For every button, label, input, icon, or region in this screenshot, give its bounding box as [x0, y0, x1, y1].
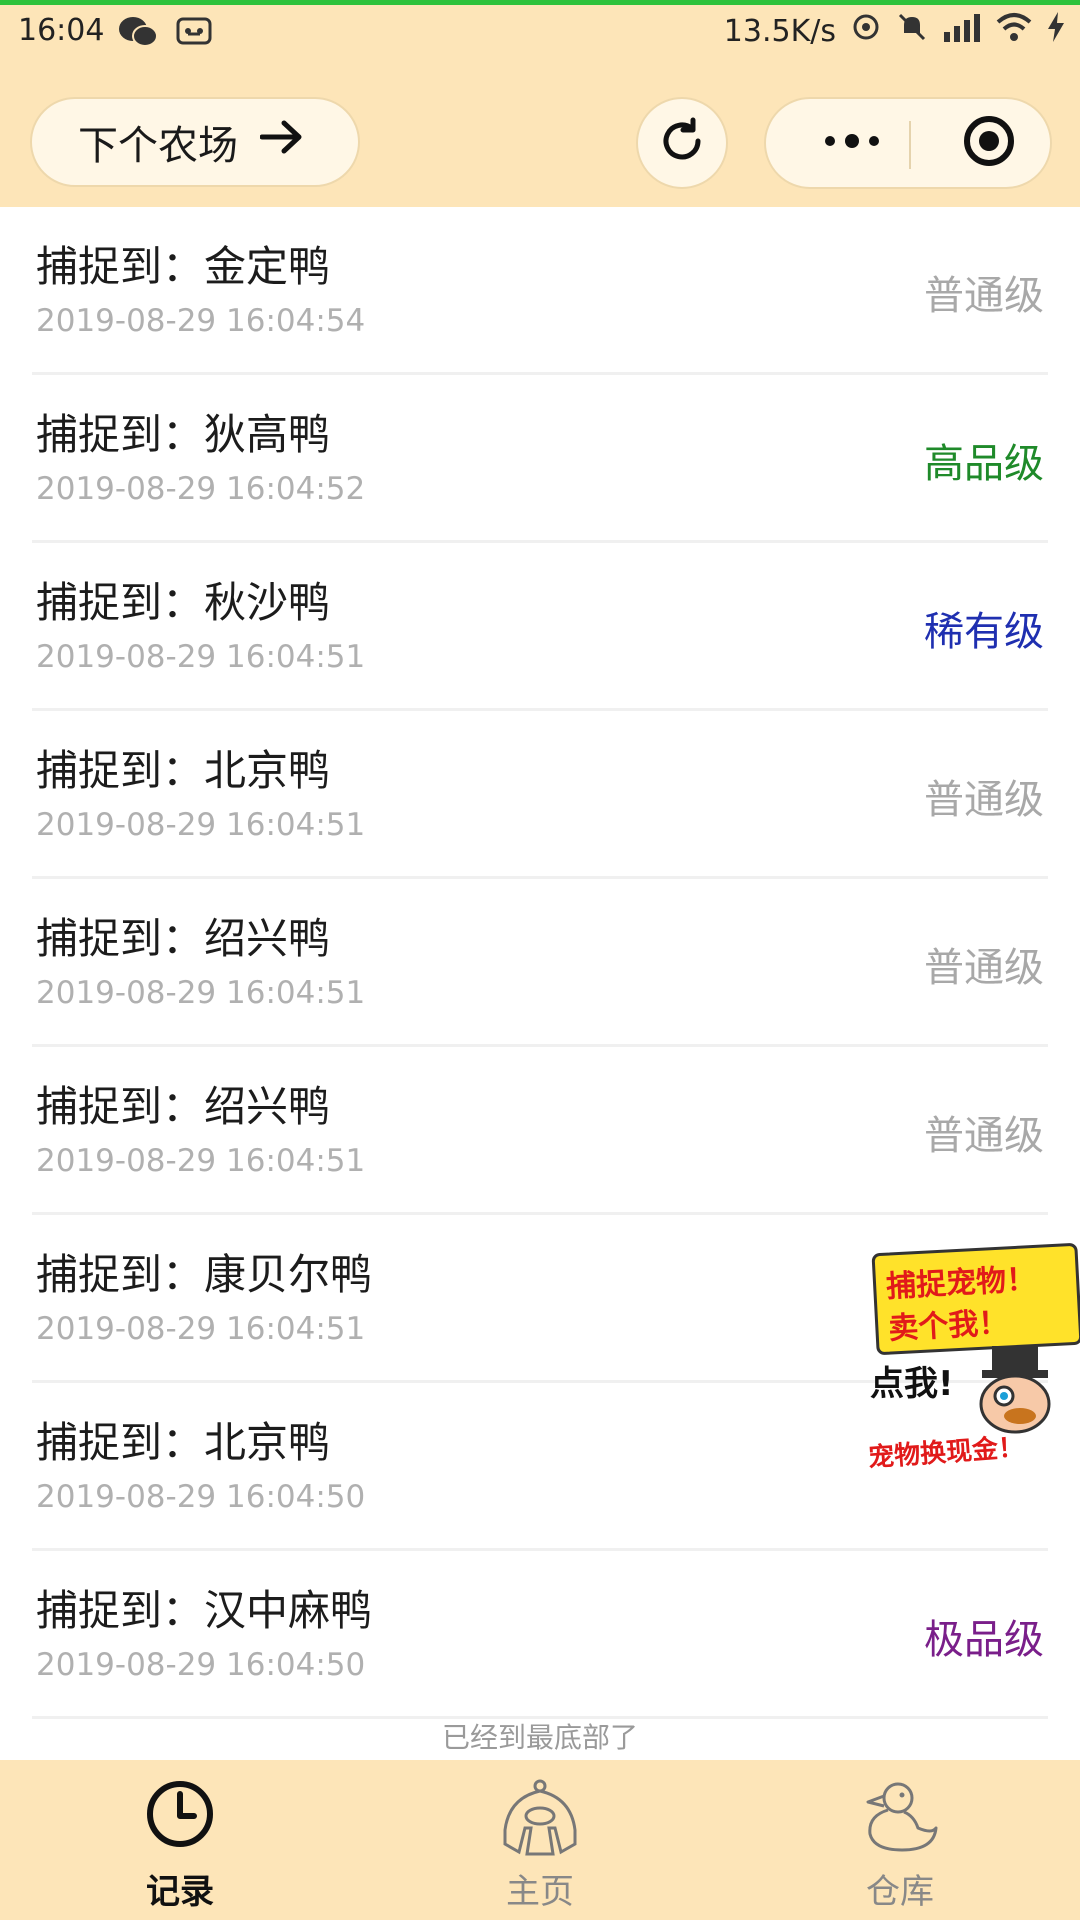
- clock-icon: [144, 1778, 216, 1854]
- ad-sign: 捕捉宠物！ 卖个我！: [871, 1242, 1080, 1356]
- record-row[interactable]: 捕捉到：秋沙鸭 2019-08-29 16:04:51 稀有级: [32, 543, 1048, 711]
- next-farm-label: 下个农场: [78, 123, 238, 169]
- tab-warehouse[interactable]: 仓库: [800, 1760, 1000, 1920]
- tab-label: 主页: [506, 1872, 574, 1912]
- record-time: 2019-08-29 16:04:51: [36, 1143, 366, 1179]
- capsule-divider: [909, 121, 911, 169]
- ad-click-text: 点我!: [870, 1364, 954, 1404]
- home-icon: [495, 1778, 585, 1864]
- record-title: 捕捉到：狄高鸭: [36, 410, 331, 459]
- record-row[interactable]: 捕捉到：狄高鸭 2019-08-29 16:04:52 高品级: [32, 375, 1048, 543]
- record-title: 捕捉到：康贝尔鸭: [36, 1250, 373, 1299]
- ad-cash-text: 宠物换现金！: [867, 1432, 1026, 1474]
- ad-line1: 捕捉宠物！: [885, 1261, 1037, 1305]
- sync-icon: [850, 11, 882, 51]
- record-row[interactable]: 捕捉到：汉中麻鸭 2019-08-29 16:04:50 极品级: [32, 1551, 1048, 1719]
- record-title: 捕捉到：绍兴鸭: [36, 914, 331, 963]
- record-row[interactable]: 捕捉到：金定鸭 2019-08-29 16:04:54 普通级: [32, 207, 1048, 375]
- end-of-list-message: 已经到最底部了: [441, 1721, 638, 1754]
- tab-label: 仓库: [866, 1872, 934, 1912]
- more-dots-icon: [822, 133, 882, 153]
- ad-line2: 卖个我！: [887, 1305, 1010, 1347]
- record-grade: 普通级: [924, 1113, 1044, 1159]
- record-grade: 极品级: [924, 1617, 1044, 1663]
- record-title: 捕捉到：秋沙鸭: [36, 578, 331, 627]
- record-row[interactable]: 捕捉到：绍兴鸭 2019-08-29 16:04:51 普通级: [32, 879, 1048, 1047]
- record-title: 捕捉到：北京鸭: [36, 1418, 331, 1467]
- record-grade: 普通级: [924, 945, 1044, 991]
- tab-label: 记录: [146, 1872, 214, 1912]
- refresh-button[interactable]: [636, 97, 728, 189]
- record-time: 2019-08-29 16:04:51: [36, 975, 366, 1011]
- record-time: 2019-08-29 16:04:50: [36, 1647, 366, 1683]
- record-row[interactable]: 捕捉到：北京鸭 2019-08-29 16:04:51 普通级: [32, 711, 1048, 879]
- net-speed: 13.5K/s: [723, 13, 836, 49]
- next-farm-button[interactable]: 下个农场: [30, 97, 360, 187]
- bottom-tab-bar: 记录 主页 仓库: [0, 1760, 1080, 1920]
- sell-pet-ad-banner[interactable]: 捕捉宠物！ 卖个我！ 点我! 宠物换现金！: [866, 1242, 1080, 1476]
- record-time: 2019-08-29 16:04:51: [36, 807, 366, 843]
- record-time: 2019-08-29 16:04:50: [36, 1479, 366, 1515]
- wechat-icon: [118, 15, 158, 53]
- record-time: 2019-08-29 16:04:54: [36, 303, 366, 339]
- status-bar: 16:04 13.5K/s: [0, 5, 1080, 67]
- tab-home[interactable]: 主页: [440, 1760, 640, 1920]
- record-title: 捕捉到：金定鸭: [36, 242, 331, 291]
- record-grade: 高品级: [924, 441, 1044, 487]
- close-miniprogram-button[interactable]: [944, 99, 1034, 187]
- signal-icon: [942, 12, 982, 50]
- tab-records[interactable]: 记录: [80, 1760, 280, 1920]
- voicemail-icon: [176, 15, 212, 51]
- record-grade: 普通级: [924, 777, 1044, 823]
- record-time: 2019-08-29 16:04:51: [36, 1311, 366, 1347]
- target-circle-icon: [962, 114, 1016, 172]
- capture-record-list: 捕捉到：金定鸭 2019-08-29 16:04:54 普通级 捕捉到：狄高鸭 …: [0, 207, 1080, 1719]
- record-title: 捕捉到：北京鸭: [36, 746, 331, 795]
- record-title: 捕捉到：绍兴鸭: [36, 1082, 331, 1131]
- record-grade: 普通级: [924, 273, 1044, 319]
- refresh-icon: [658, 117, 706, 169]
- arrow-right-icon: [259, 119, 304, 165]
- duck-icon: [858, 1778, 942, 1858]
- record-title: 捕捉到：汉中麻鸭: [36, 1586, 373, 1635]
- record-grade: 稀有级: [924, 609, 1044, 655]
- more-menu-button[interactable]: [802, 99, 902, 187]
- mute-icon: [896, 11, 928, 51]
- header-bar: 下个农场: [0, 67, 1080, 207]
- miniprogram-capsule: [764, 97, 1052, 189]
- record-time: 2019-08-29 16:04:51: [36, 639, 366, 675]
- status-time: 16:04: [18, 13, 105, 48]
- record-time: 2019-08-29 16:04:52: [36, 471, 366, 507]
- wifi-icon: [996, 12, 1032, 50]
- record-row[interactable]: 捕捉到：绍兴鸭 2019-08-29 16:04:51 普通级: [32, 1047, 1048, 1215]
- charging-icon: [1046, 12, 1066, 50]
